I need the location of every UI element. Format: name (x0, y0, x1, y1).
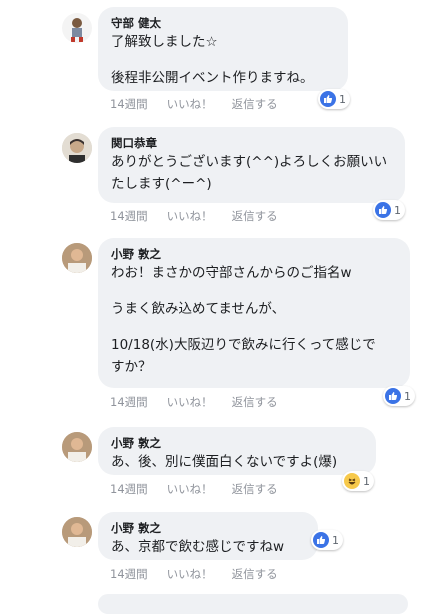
like-link[interactable]: いいね！ (167, 208, 213, 224)
author-name[interactable]: 小野 敦之 (111, 520, 305, 536)
timestamp[interactable]: 14週間 (110, 481, 148, 497)
comment-meta: 14週間 いいね！ 返信する (110, 394, 278, 410)
timestamp[interactable]: 14週間 (110, 96, 148, 112)
reaction-count: 1 (363, 474, 370, 488)
avatar[interactable] (62, 432, 92, 462)
comment-bubble: 関口恭章 ありがとうございます(^^)よろしくお願いい たします(^ー^) (98, 127, 405, 203)
avatar[interactable] (62, 517, 92, 547)
reply-link[interactable]: 返信する (232, 481, 278, 497)
reaction-badge[interactable]: 1 (318, 89, 350, 109)
comment-text: 了解致しました☆ (111, 34, 218, 50)
comment-bubble: 小野 敦之 あ、京都で飲む感じですねw (98, 512, 318, 560)
like-icon (385, 388, 401, 404)
comment-text: たします(^ー^) (111, 176, 212, 192)
reaction-count: 1 (404, 389, 411, 403)
like-link[interactable]: いいね！ (167, 394, 213, 410)
like-link[interactable]: いいね！ (167, 481, 213, 497)
like-icon (320, 91, 336, 107)
comment-text: あ、後、別に僕面白くないですよ(爆) (111, 454, 338, 470)
reaction-badge[interactable]: 1 (383, 386, 415, 406)
author-name[interactable]: 守部 健太 (111, 15, 335, 31)
avatar[interactable] (62, 133, 92, 163)
like-icon (375, 202, 391, 218)
reply-link[interactable]: 返信する (232, 394, 278, 410)
reaction-count: 1 (394, 203, 401, 217)
comment-bubble-partial (98, 594, 408, 614)
comment-meta: 14週間 いいね！ 返信する (110, 566, 278, 582)
author-name[interactable]: 関口恭章 (111, 135, 392, 151)
reaction-badge[interactable]: 1 (311, 530, 343, 550)
timestamp[interactable]: 14週間 (110, 208, 148, 224)
reply-link[interactable]: 返信する (232, 566, 278, 582)
comment-text: あ、京都で飲む感じですねw (111, 539, 285, 555)
like-icon (313, 532, 329, 548)
timestamp[interactable]: 14週間 (110, 394, 148, 410)
author-name[interactable]: 小野 敦之 (111, 435, 363, 451)
avatar[interactable] (62, 13, 92, 43)
comment-text: うまく飲み込めてませんが、 (111, 301, 286, 317)
comment-text: 後程非公開イベント作りますね。 (111, 70, 314, 86)
reaction-badge[interactable]: 1 (342, 471, 374, 491)
reply-link[interactable]: 返信する (232, 96, 278, 112)
comment-bubble: 小野 敦之 わお！まさかの守部さんからのご指名w うまく飲み込めてませんが、 1… (98, 238, 410, 388)
comment-text: ありがとうございます(^^)よろしくお願いい (111, 154, 388, 170)
reply-link[interactable]: 返信する (232, 208, 278, 224)
avatar[interactable] (62, 243, 92, 273)
comment-text: わお！まさかの守部さんからのご指名w (111, 265, 352, 281)
comment-text: すか？ (111, 359, 152, 375)
comment-meta: 14週間 いいね！ 返信する (110, 96, 278, 112)
author-name[interactable]: 小野 敦之 (111, 246, 397, 262)
reaction-count: 1 (332, 533, 339, 547)
like-link[interactable]: いいね！ (167, 566, 213, 582)
timestamp[interactable]: 14週間 (110, 566, 148, 582)
comment-bubble: 小野 敦之 あ、後、別に僕面白くないですよ(爆) (98, 427, 376, 475)
comment-meta: 14週間 いいね！ 返信する (110, 208, 278, 224)
comment-text: 10/18(水)大阪辺りで飲みに行くって感じで (111, 337, 376, 353)
comment-bubble: 守部 健太 了解致しました☆ 後程非公開イベント作りますね。 (98, 7, 348, 91)
comment-meta: 14週間 いいね！ 返信する (110, 481, 278, 497)
haha-icon (344, 473, 360, 489)
reaction-badge[interactable]: 1 (373, 200, 405, 220)
reaction-count: 1 (339, 92, 346, 106)
like-link[interactable]: いいね！ (167, 96, 213, 112)
